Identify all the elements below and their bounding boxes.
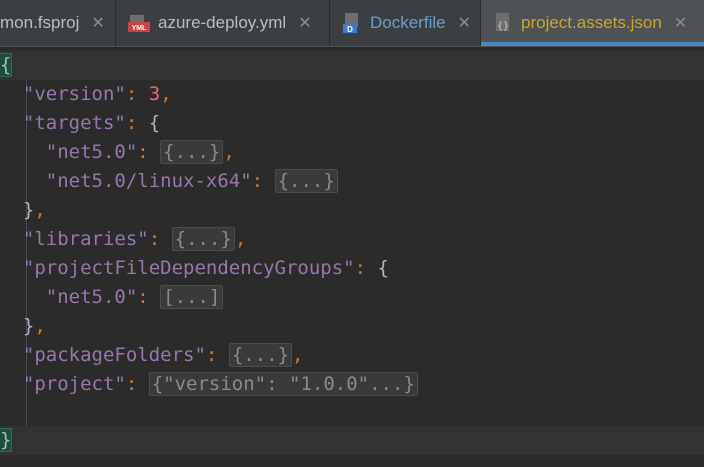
dockerfile-icon: D	[343, 13, 358, 34]
json-number: 3	[148, 83, 161, 105]
code-line: "libraries": {...},	[22, 227, 247, 251]
tab-project-assets-json[interactable]: {} project.assets.json ✕	[481, 0, 704, 46]
editor-tab-bar: mon.fsproj ✕ YML azure-deploy.yml ✕ D Do…	[0, 0, 704, 47]
json-key: "net5.0"	[45, 141, 138, 163]
json-file-icon: {}	[496, 13, 509, 32]
close-icon[interactable]: ✕	[298, 13, 311, 33]
matched-brace: }	[0, 428, 13, 452]
code-line: },	[22, 315, 46, 337]
folded-region[interactable]: {"version": "1.0.0"...}	[148, 372, 418, 396]
code-line: "projectFileDependencyGroups": {	[22, 257, 389, 279]
code-line: "targets": {	[22, 112, 161, 134]
close-icon[interactable]: ✕	[674, 13, 687, 33]
json-key: "net5.0/linux-x64"	[45, 170, 252, 192]
active-tab-indicator	[481, 42, 704, 46]
json-key: "libraries"	[22, 228, 149, 250]
tab-mon-fsproj[interactable]: mon.fsproj ✕	[0, 0, 116, 46]
folded-region[interactable]: {...}	[160, 140, 224, 164]
tab-label: azure-deploy.yml	[158, 13, 287, 32]
json-key: "projectFileDependencyGroups"	[22, 257, 355, 279]
svg-text:{}: {}	[497, 21, 509, 32]
code-line: "net5.0": [...]	[0, 283, 704, 312]
code-line: }	[0, 426, 704, 455]
svg-text:D: D	[347, 25, 353, 34]
folded-region[interactable]: {...}	[171, 227, 235, 251]
code-editor[interactable]: { "version": 3, "targets": { "net5.0": {…	[0, 47, 704, 467]
tab-label: mon.fsproj	[0, 13, 80, 32]
json-key: "project"	[22, 373, 126, 395]
folded-region[interactable]: {...}	[274, 169, 338, 193]
code-line: "packageFolders": {...},	[22, 343, 304, 367]
code-line: "version": 3,	[22, 83, 172, 105]
code-line: },	[22, 199, 46, 221]
tab-label: Dockerfile	[370, 13, 446, 32]
tab-azure-deploy-yml[interactable]: YML azure-deploy.yml ✕	[116, 0, 330, 46]
code-line: "net5.0": {...},	[45, 140, 235, 164]
close-icon[interactable]: ✕	[91, 13, 104, 33]
tab-dockerfile[interactable]: D Dockerfile ✕	[330, 0, 481, 46]
json-key: "version"	[22, 83, 126, 105]
code-line: {	[0, 51, 704, 80]
folded-region[interactable]: [...]	[160, 285, 224, 309]
code-line: "project": {"version": "1.0.0"...}	[0, 370, 704, 399]
close-icon[interactable]: ✕	[458, 13, 471, 33]
json-key: "net5.0"	[45, 286, 138, 308]
code-line: "net5.0/linux-x64": {...}	[0, 167, 704, 196]
json-key: "targets"	[22, 112, 126, 134]
json-key: "packageFolders"	[22, 344, 206, 366]
svg-text:YML: YML	[132, 25, 148, 32]
folded-region[interactable]: {...}	[228, 343, 293, 367]
yml-file-icon: YML	[128, 15, 150, 32]
matched-brace: {	[0, 53, 13, 77]
tab-label: project.assets.json	[521, 13, 662, 32]
